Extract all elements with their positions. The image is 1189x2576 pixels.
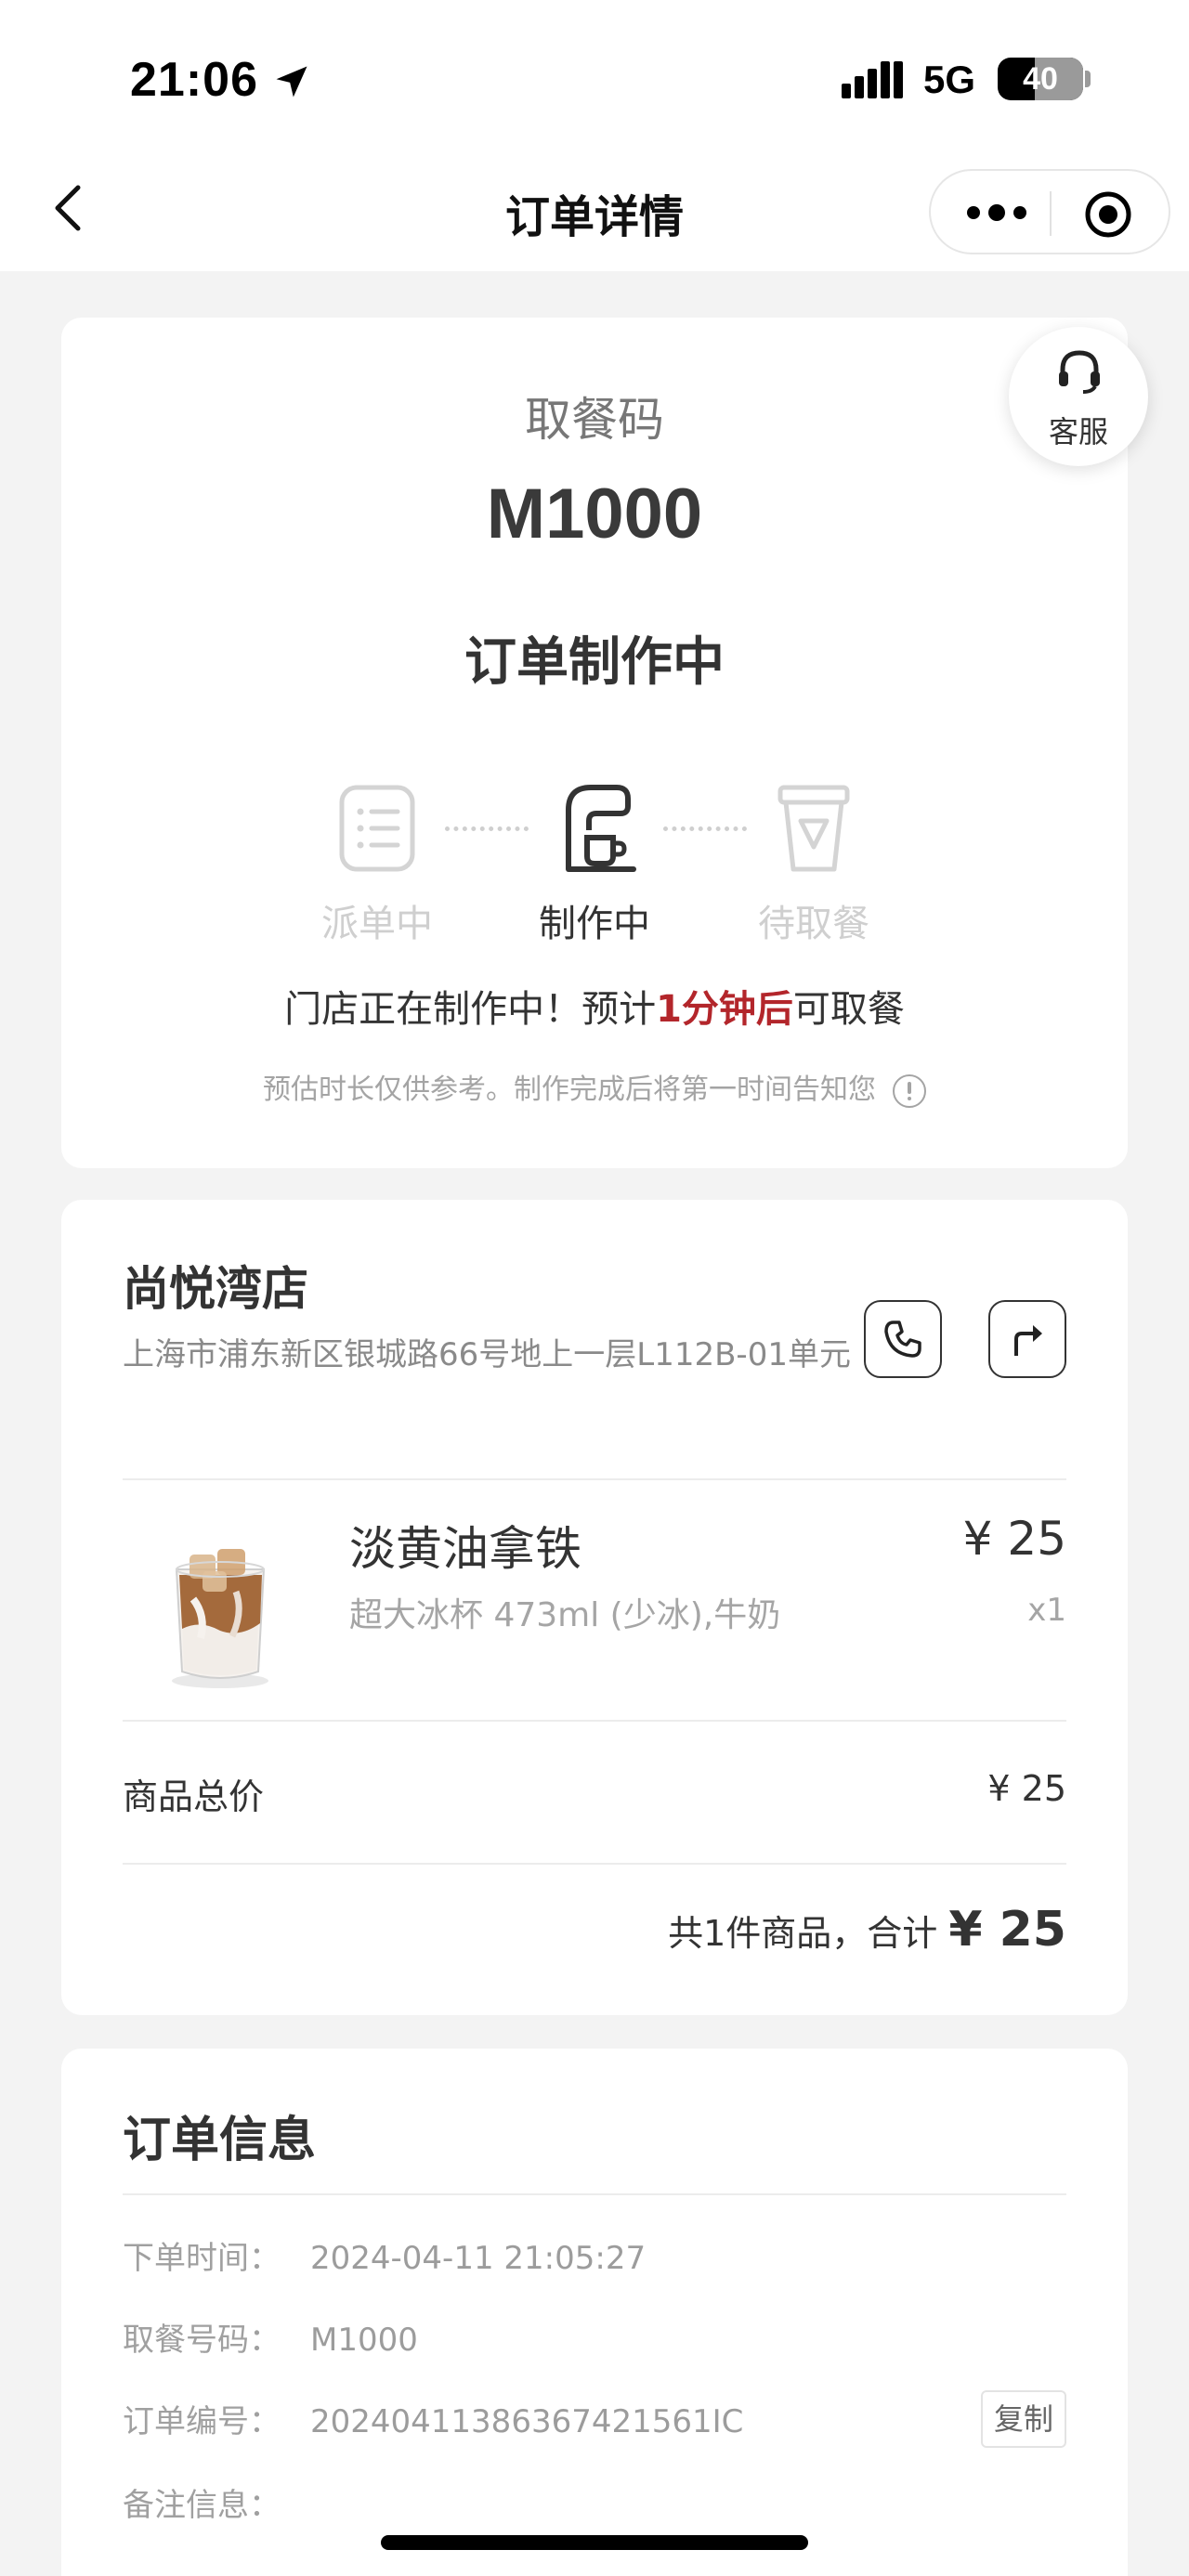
product-price: ¥ 25: [962, 1512, 1066, 1566]
tip-eta: 1分钟后: [656, 988, 793, 1031]
location-arrow-icon: [276, 66, 307, 98]
order-time-value: 2024-04-11 21:05:27: [310, 2240, 647, 2277]
info-icon[interactable]: [893, 1073, 926, 1108]
nav-bar: 订单详情: [0, 158, 1189, 271]
order-total: 共1件商品，合计 ¥ 25: [668, 1902, 1066, 1958]
step-label-making: 制作中: [539, 903, 650, 945]
miniprogram-capsule: [929, 169, 1170, 254]
product-quantity: x1: [1027, 1592, 1066, 1629]
subtotal-label: 商品总价: [123, 1776, 265, 1817]
subtotal-value: ¥ 25: [987, 1768, 1066, 1809]
order-status: 订单制作中: [464, 632, 725, 693]
navigate-button[interactable]: [988, 1300, 1066, 1378]
pickup-number-label: 取餐号码：: [123, 2322, 281, 2359]
pickup-code-label: 取餐码: [525, 393, 664, 447]
step-label-ready: 待取餐: [758, 903, 869, 945]
step-connector: [445, 826, 529, 832]
total-value: ¥ 25: [948, 1902, 1066, 1958]
directions-icon: [1014, 1325, 1042, 1356]
status-bar: 21:06 5G 40: [0, 0, 1189, 158]
step-label-dispatching: 派单中: [321, 903, 433, 945]
pickup-code: M1000: [486, 475, 703, 553]
product-image: [172, 1549, 268, 1688]
order-list-icon: [339, 785, 415, 872]
battery-icon: 40: [998, 58, 1083, 100]
capsule-divider: [1050, 191, 1052, 236]
divider: [123, 2193, 1066, 2195]
more-options-icon[interactable]: [964, 199, 1029, 227]
pickup-number-row: 取餐号码： M1000: [123, 2314, 418, 2360]
home-indicator[interactable]: [381, 2535, 808, 2550]
store-order-card: 尚悦湾店 上海市浦东新区银城路66号地上一层L112B-01单元 淡黄油拿铁 超…: [61, 1200, 1128, 2015]
tip-text-before: 门店正在制作中！预计: [284, 988, 657, 1031]
pickup-status-card: 取餐码 M1000 订单制作中 派单中 制作中 待取餐 门店正在制作中！预计1分…: [61, 318, 1128, 1168]
order-number-row: 订单编号： 20240411386367421561IC: [123, 2396, 743, 2441]
customer-service-button[interactable]: 客服: [1009, 327, 1148, 466]
order-number-label: 订单编号：: [123, 2403, 281, 2440]
total-prefix: 共1件商品，合计: [668, 1913, 938, 1954]
order-time-label: 下单时间：: [123, 2240, 281, 2277]
headset-icon: [1059, 350, 1100, 394]
battery-level: 40: [1023, 61, 1058, 97]
remarks-row: 备注信息：: [123, 2479, 310, 2525]
call-store-button[interactable]: [864, 1300, 942, 1378]
order-info-title: 订单信息: [123, 2113, 317, 2168]
order-info-card: 订单信息 下单时间： 2024-04-11 21:05:27 取餐号码： M1000…: [61, 2049, 1128, 2576]
divider: [123, 1863, 1066, 1865]
phone-icon: [884, 1321, 921, 1358]
estimate-note: 预估时长仅供参考。制作完成后将第一时间告知您: [61, 1066, 1128, 1108]
making-tip: 门店正在制作中！预计1分钟后可取餐: [61, 979, 1128, 1033]
store-address: 上海市浦东新区银城路66号地上一层L112B-01单元: [123, 1336, 851, 1373]
remarks-label: 备注信息：: [123, 2487, 281, 2524]
product-name: 淡黄油拿铁: [349, 1522, 581, 1576]
step-connector: [663, 826, 747, 832]
product-spec: 超大冰杯 473ml (少冰),牛奶: [349, 1596, 781, 1634]
coffee-cup-icon: [777, 785, 850, 872]
tip-text-after: 可取餐: [792, 988, 905, 1031]
progress-steps: 派单中 制作中 待取餐: [61, 782, 1128, 949]
store-name: 尚悦湾店: [123, 1262, 308, 1316]
order-time-row: 下单时间： 2024-04-11 21:05:27: [123, 2232, 646, 2278]
divider: [123, 1720, 1066, 1722]
divider: [123, 1478, 1066, 1480]
pickup-number-value: M1000: [310, 2322, 418, 2359]
customer-service-label: 客服: [1048, 414, 1108, 449]
copy-order-number-button[interactable]: 复制: [981, 2390, 1066, 2448]
status-time: 21:06: [130, 53, 258, 107]
network-type: 5G: [923, 58, 976, 101]
order-number-value: 20240411386367421561IC: [310, 2403, 744, 2440]
cellular-signal-icon: [842, 61, 903, 98]
close-miniprogram-icon[interactable]: [1083, 189, 1133, 240]
coffee-machine-icon: [566, 785, 636, 872]
battery-tip: [1085, 71, 1091, 87]
estimate-note-text: 预估时长仅供参考。制作完成后将第一时间告知您: [263, 1073, 876, 1106]
